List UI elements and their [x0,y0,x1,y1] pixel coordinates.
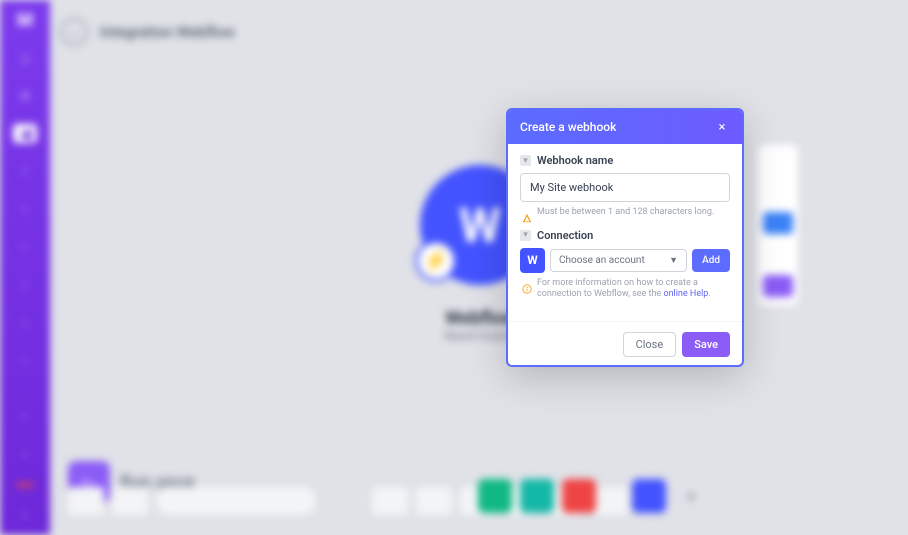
connection-dropdown[interactable]: Choose an account ▼ [550,249,687,272]
webhook-name-input[interactable] [520,173,730,202]
info-icon[interactable]: ◦ [13,407,37,427]
warning-icon [522,208,532,218]
device-icon[interactable]: ◦ [13,313,37,333]
gear-icon[interactable]: ◦ [13,237,37,257]
control-1[interactable] [372,487,408,515]
dropdown-placeholder: Choose an account [559,255,645,266]
toggle[interactable] [68,487,104,515]
tool-green[interactable] [478,479,512,513]
user-avatar[interactable] [15,483,35,487]
chevron-down-icon: ▼ [669,255,678,266]
key-icon[interactable]: ◦ [13,199,37,219]
tool-icons: + [478,479,708,513]
tool-red[interactable] [562,479,596,513]
tool-webflow[interactable] [632,479,666,513]
webhook-name-label: Webhook name [537,154,613,167]
bell-icon[interactable]: ◦ [13,445,37,465]
modal-header: Create a webhook × [508,110,742,144]
modal-body: ▾ Webhook name Must be between 1 and 128… [508,144,742,321]
grid-icon[interactable]: ◦ [13,505,37,525]
trigger-icon: ⚡ [415,240,457,282]
save-button[interactable]: Save [682,332,730,357]
close-button[interactable]: Close [623,332,677,357]
page-title: Integration Webflow [100,23,235,41]
share-icon[interactable]: ◀ [13,124,37,143]
help-link[interactable]: online Help [663,289,708,299]
connection-label: Connection [537,229,593,242]
modal-footer: Close Save [508,321,742,365]
app-logo: M [11,10,39,30]
add-tool[interactable]: + [674,479,708,513]
control-2[interactable] [416,487,452,515]
list-icon[interactable]: ≡ [13,86,37,106]
info-icon [522,279,532,289]
book-icon[interactable]: ◦ [13,351,37,371]
connection-hint: For more information on how to create a … [537,278,730,301]
link-icon[interactable]: ◦ [13,161,37,181]
close-icon[interactable]: × [714,119,730,135]
box-icon[interactable]: ◦ [13,275,37,295]
modal-title: Create a webhook [520,120,616,134]
add-connection-button[interactable]: Add [692,249,730,272]
header: ← Integration Webflow [60,18,235,46]
connection-field: ▾ Connection W Choose an account ▼ Add F… [520,229,730,301]
collapse-icon[interactable]: ▾ [520,230,531,241]
webflow-icon: W [520,248,545,273]
tool-teal[interactable] [520,479,554,513]
blurred-background: M ⌂ ≡ ◀ ◦ ◦ ◦ ◦ ◦ ◦ ◦ ◦ ◦ ← Integration … [0,0,908,535]
webhook-name-field: ▾ Webhook name Must be between 1 and 128… [520,154,730,219]
home-icon[interactable]: ⌂ [13,48,37,68]
create-webhook-modal: Create a webhook × ▾ Webhook name Must b… [506,108,744,367]
collapse-icon[interactable]: ▾ [520,155,531,166]
side-add-button[interactable] [763,212,793,234]
webhook-name-hint: Must be between 1 and 128 characters lon… [537,207,714,219]
schedule-pill[interactable] [156,487,316,515]
schedule-icon[interactable] [112,487,148,515]
side-ok-button[interactable] [763,275,793,297]
sidebar: M ⌂ ≡ ◀ ◦ ◦ ◦ ◦ ◦ ◦ ◦ ◦ ◦ [0,0,50,535]
back-button[interactable]: ← [60,18,88,46]
